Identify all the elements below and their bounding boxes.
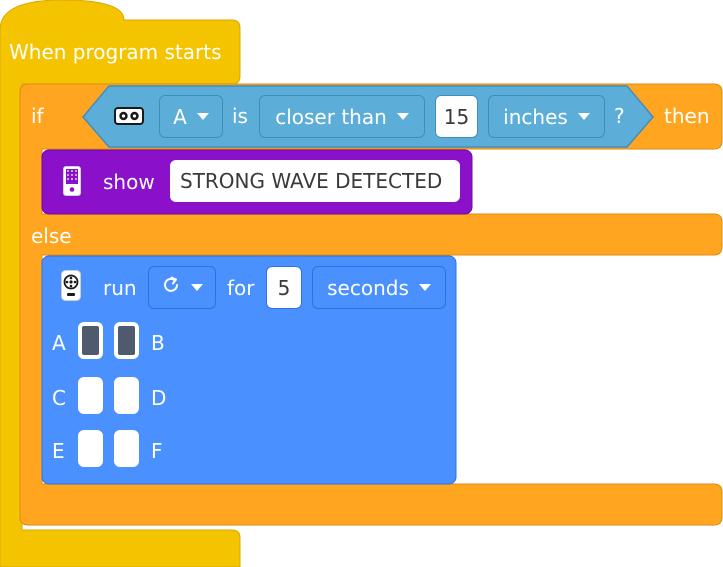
for-label: for — [227, 276, 255, 300]
run-label: run — [103, 276, 137, 300]
port-b-toggle[interactable] — [114, 322, 139, 359]
hat-block-label: When program starts — [9, 40, 222, 64]
port-label-d: D — [151, 386, 167, 410]
sensor-port-value: A — [173, 104, 187, 129]
distance-sensor-icon — [114, 107, 144, 125]
light-matrix-icon — [63, 166, 81, 196]
port-a-toggle[interactable] — [78, 322, 103, 359]
port-e-toggle[interactable] — [78, 430, 103, 467]
direction-dropdown[interactable] — [148, 266, 216, 309]
then-label: then — [664, 104, 710, 128]
sensor-port-dropdown[interactable]: A — [159, 95, 223, 138]
port-f-toggle[interactable] — [114, 430, 139, 467]
distance-unit-value: inches — [503, 104, 568, 129]
port-label-a: A — [52, 331, 66, 355]
else-label: else — [31, 224, 72, 248]
distance-unit-dropdown[interactable]: inches — [488, 95, 605, 138]
motor-icon — [61, 270, 81, 302]
show-text-input[interactable]: STRONG WAVE DETECTED — [170, 160, 460, 202]
question-mark-label: ? — [614, 104, 625, 128]
clockwise-icon — [161, 275, 181, 300]
port-d-toggle[interactable] — [114, 377, 139, 414]
duration-unit-dropdown[interactable]: seconds — [312, 266, 446, 309]
port-c-toggle[interactable] — [78, 377, 103, 414]
duration-unit-value: seconds — [327, 275, 409, 300]
chevron-down-icon — [577, 113, 590, 120]
comparison-dropdown[interactable]: closer than — [259, 95, 425, 138]
comparison-value: closer than — [275, 104, 387, 129]
port-selector: A B C D E F — [42, 315, 182, 480]
show-label: show — [103, 170, 155, 194]
if-label: if — [31, 104, 44, 128]
chevron-down-icon — [396, 113, 409, 120]
duration-value-input[interactable]: 5 — [266, 266, 302, 309]
port-label-b: B — [151, 331, 165, 355]
chevron-down-icon — [196, 113, 209, 120]
distance-value-input[interactable]: 15 — [435, 95, 478, 138]
port-label-e: E — [52, 439, 65, 463]
port-label-c: C — [52, 386, 66, 410]
chevron-down-icon — [418, 284, 431, 291]
chevron-down-icon — [191, 284, 203, 291]
is-label: is — [232, 104, 248, 128]
port-label-f: F — [151, 439, 163, 463]
